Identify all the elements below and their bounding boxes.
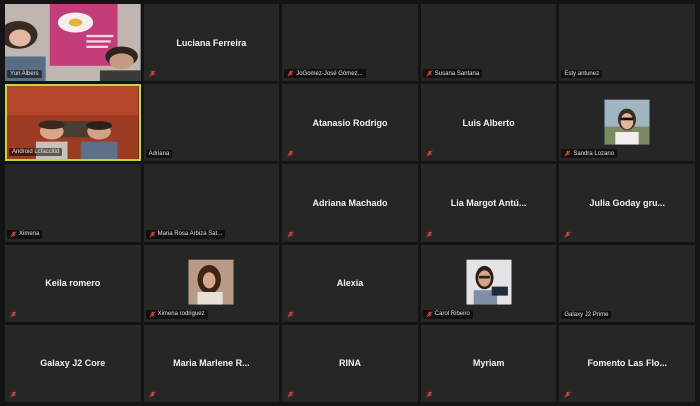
participant-label: JoGomez-José Gómez...	[284, 69, 366, 79]
participant-label: Galaxy J2 Prime	[561, 310, 612, 319]
mic-muted-icon	[426, 230, 433, 238]
mic-muted-icon	[564, 391, 571, 398]
participant-name: Ximena	[19, 231, 40, 238]
mic-muted-icon	[564, 150, 571, 157]
participant-tile[interactable]: Ximena rodriguez	[143, 244, 280, 322]
participant-tile[interactable]: Lia Margot Antú...	[420, 164, 557, 242]
participant-name-center: Luciana Ferreira	[176, 37, 247, 48]
participant-photo	[604, 99, 650, 145]
participant-label: Adriana	[145, 150, 173, 159]
participant-label: Android Lcfaccitid	[9, 148, 63, 157]
mic-muted-icon	[148, 230, 156, 238]
participant-name-center: Myriam	[472, 358, 505, 369]
participant-name-center: Alexia	[336, 278, 364, 289]
mic-muted-icon	[287, 311, 294, 318]
participant-label	[146, 69, 159, 78]
participant-tile[interactable]: Galaxy J2 Prime	[559, 244, 695, 322]
participant-name-center: Galaxy J2 Core	[40, 358, 106, 369]
participant-label: Ximena rodriguez	[145, 309, 208, 319]
participant-label	[423, 390, 436, 399]
participant-name: Carol Ribeiro	[434, 311, 470, 318]
mic-muted-icon	[426, 391, 433, 398]
mic-muted-icon	[10, 311, 17, 318]
mic-muted-icon	[287, 391, 294, 398]
gallery-grid: Yuri Albers Luciana Ferreira JoGomez-José …	[5, 4, 695, 402]
participant-label	[561, 230, 574, 239]
participant-name-center: Luis Alberto	[462, 117, 515, 128]
participant-name: Galaxy J2 Prime	[564, 311, 609, 318]
participant-label	[7, 310, 20, 319]
participant-label	[284, 390, 297, 399]
participant-label	[7, 390, 20, 399]
participant-name: Susana Santana	[434, 70, 480, 77]
participant-label: Ximena	[7, 229, 43, 239]
participant-tile[interactable]: Yuri Albers	[5, 4, 141, 82]
participant-name-center: Maria Marlene R...	[173, 358, 250, 369]
participant-label	[423, 149, 436, 158]
participant-tile[interactable]: RINA	[282, 324, 418, 402]
participant-tile[interactable]: Julia Goday gru...	[559, 164, 695, 242]
participant-tile[interactable]: Susana Santana	[420, 4, 557, 82]
participant-name-center: Julia Goday gru...	[589, 197, 665, 208]
participant-tile[interactable]: Myriam	[420, 324, 557, 402]
mic-muted-icon	[287, 230, 294, 238]
participant-name-center: Fomento Las Flo...	[587, 358, 667, 369]
mic-muted-icon	[287, 150, 294, 157]
mic-muted-icon	[10, 391, 17, 398]
participant-tile[interactable]: Adriana Machado	[282, 164, 418, 242]
participant-name: Yuri Albers	[10, 71, 39, 78]
participant-label	[284, 149, 297, 158]
participant-tile[interactable]: Atanasio Rodrigo	[282, 84, 418, 162]
participant-tile[interactable]: Esty antunez	[559, 4, 695, 82]
participant-label: Susana Santana	[422, 69, 483, 79]
participant-tile[interactable]: Keila romero	[5, 244, 141, 322]
mic-muted-icon	[564, 230, 571, 238]
participant-photo	[466, 259, 512, 305]
mic-muted-icon	[287, 70, 294, 77]
participant-label	[423, 230, 436, 239]
mic-muted-icon	[10, 230, 17, 238]
mic-muted-icon	[148, 70, 156, 77]
participant-photo	[188, 259, 234, 305]
participant-tile[interactable]: JoGomez-José Gómez...	[282, 4, 418, 82]
participant-tile[interactable]: Adriana	[143, 84, 280, 162]
participant-name-center: Keila romero	[45, 278, 101, 289]
participant-label	[284, 230, 297, 239]
participant-tile[interactable]: Fomento Las Flo...	[559, 324, 695, 402]
participant-label: Yuri Albers	[7, 70, 42, 79]
participant-tile[interactable]: Maria Marlene R...	[143, 324, 280, 402]
participant-tile[interactable]: Luis Alberto	[420, 84, 557, 162]
participant-name: Ximena rodriguez	[157, 311, 205, 318]
mic-muted-icon	[148, 391, 156, 398]
participant-name-center: RINA	[338, 358, 361, 369]
participant-label: Esty antunez	[561, 70, 603, 79]
participant-label: Sandra Lozano	[561, 149, 618, 159]
mic-muted-icon	[426, 150, 433, 157]
participant-name: Android Lcfaccitid	[12, 149, 60, 156]
participant-name-center: Lia Margot Antú...	[450, 197, 527, 208]
participant-label	[561, 390, 574, 399]
participant-name: Esty antunez	[564, 71, 600, 78]
participant-name-center: Adriana Machado	[312, 197, 388, 208]
participant-tile[interactable]: Alexia	[282, 244, 418, 322]
participant-tile[interactable]: Luciana Ferreira	[143, 4, 280, 82]
participant-tile[interactable]: Ximena	[5, 164, 141, 242]
participant-label: Carol Ribeiro	[422, 309, 473, 319]
participant-tile[interactable]: Sandra Lozano	[559, 84, 695, 162]
mic-muted-icon	[148, 311, 156, 318]
participant-label: Maria Rosa Arbiza Sat...	[145, 229, 226, 239]
participant-name: Maria Rosa Arbiza Sat...	[157, 231, 223, 238]
participant-label	[146, 390, 159, 399]
participant-name: Sandra Lozano	[573, 150, 615, 157]
participant-name-center: Atanasio Rodrigo	[312, 117, 388, 128]
participant-name: JoGomez-José Gómez...	[296, 70, 363, 77]
mic-muted-icon	[426, 70, 433, 77]
participant-tile[interactable]: Android Lcfaccitid	[5, 84, 141, 162]
participant-label	[284, 310, 297, 319]
participant-tile[interactable]: Carol Ribeiro	[420, 244, 557, 322]
participant-name: Adriana	[148, 151, 170, 158]
participant-tile[interactable]: Maria Rosa Arbiza Sat...	[143, 164, 280, 242]
participant-tile[interactable]: Galaxy J2 Core	[5, 324, 141, 402]
mic-muted-icon	[426, 311, 433, 318]
